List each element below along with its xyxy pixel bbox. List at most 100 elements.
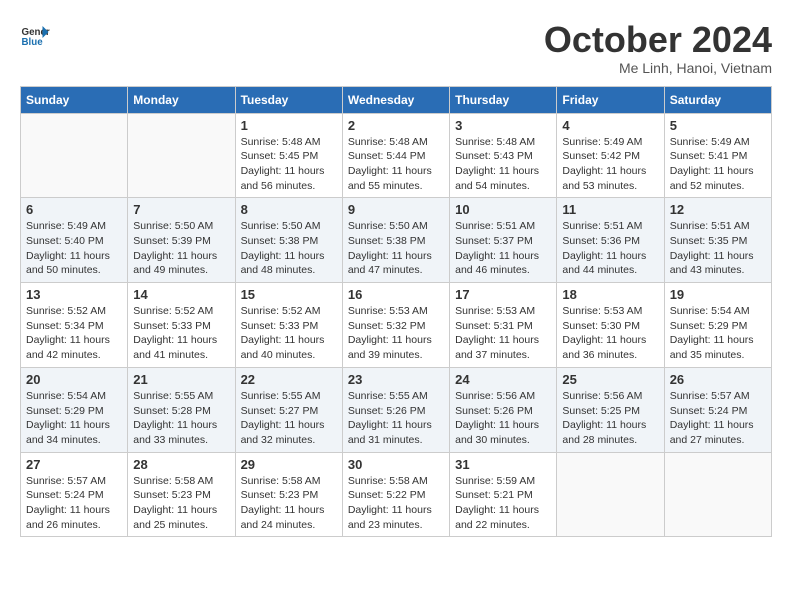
calendar-cell: 30 Sunrise: 5:58 AM Sunset: 5:22 PM Dayli… — [342, 452, 449, 537]
calendar-cell: 16Sunrise: 5:53 AM Sunset: 5:32 PM Dayli… — [342, 283, 449, 368]
logo-icon: General Blue — [20, 20, 50, 50]
svg-text:Blue: Blue — [22, 37, 44, 48]
day-info: Sunrise: 5:57 AM Sunset: 5:24 PM Dayligh… — [670, 389, 766, 448]
calendar-cell: 8 Sunrise: 5:50 AM Sunset: 5:38 PM Daylig… — [235, 198, 342, 283]
day-number: 6 — [26, 202, 122, 217]
day-info: Sunrise: 5:50 AM Sunset: 5:38 PM Dayligh… — [241, 219, 337, 278]
day-info: Sunrise: 5:51 AM Sunset: 5:37 PM Dayligh… — [455, 219, 551, 278]
calendar-cell: 6 Sunrise: 5:49 AM Sunset: 5:40 PM Daylig… — [21, 198, 128, 283]
calendar-cell — [557, 452, 664, 537]
day-header-tuesday: Tuesday — [235, 86, 342, 113]
day-number: 23 — [348, 372, 444, 387]
day-info: Sunrise: 5:54 AM Sunset: 5:29 PM Dayligh… — [670, 304, 766, 363]
day-info: Sunrise: 5:56 AM Sunset: 5:25 PM Dayligh… — [562, 389, 658, 448]
day-info: Sunrise: 5:48 AM Sunset: 5:44 PM Dayligh… — [348, 135, 444, 194]
day-info: Sunrise: 5:53 AM Sunset: 5:31 PM Dayligh… — [455, 304, 551, 363]
calendar-cell: 11 Sunrise: 5:51 AM Sunset: 5:36 PM Dayli… — [557, 198, 664, 283]
calendar-cell: 23 Sunrise: 5:55 AM Sunset: 5:26 PM Dayli… — [342, 367, 449, 452]
day-info: Sunrise: 5:49 AM Sunset: 5:42 PM Dayligh… — [562, 135, 658, 194]
month-title: October 2024 — [544, 20, 772, 60]
day-info: Sunrise: 5:55 AM Sunset: 5:26 PM Dayligh… — [348, 389, 444, 448]
calendar-cell — [21, 113, 128, 198]
day-info: Sunrise: 5:48 AM Sunset: 5:43 PM Dayligh… — [455, 135, 551, 194]
day-info: Sunrise: 5:50 AM Sunset: 5:39 PM Dayligh… — [133, 219, 229, 278]
day-header-monday: Monday — [128, 86, 235, 113]
day-header-wednesday: Wednesday — [342, 86, 449, 113]
day-number: 20 — [26, 372, 122, 387]
calendar-body: 1Sunrise: 5:48 AM Sunset: 5:45 PM Daylig… — [21, 113, 772, 537]
day-info: Sunrise: 5:55 AM Sunset: 5:28 PM Dayligh… — [133, 389, 229, 448]
day-info: Sunrise: 5:58 AM Sunset: 5:23 PM Dayligh… — [241, 474, 337, 533]
day-header-thursday: Thursday — [450, 86, 557, 113]
day-info: Sunrise: 5:54 AM Sunset: 5:29 PM Dayligh… — [26, 389, 122, 448]
day-number: 27 — [26, 457, 122, 472]
location: Me Linh, Hanoi, Vietnam — [544, 60, 772, 76]
calendar-cell: 21Sunrise: 5:55 AM Sunset: 5:28 PM Dayli… — [128, 367, 235, 452]
title-block: October 2024 Me Linh, Hanoi, Vietnam — [544, 20, 772, 76]
day-number: 31 — [455, 457, 551, 472]
day-info: Sunrise: 5:55 AM Sunset: 5:27 PM Dayligh… — [241, 389, 337, 448]
day-info: Sunrise: 5:57 AM Sunset: 5:24 PM Dayligh… — [26, 474, 122, 533]
day-info: Sunrise: 5:58 AM Sunset: 5:23 PM Dayligh… — [133, 474, 229, 533]
calendar-cell: 29 Sunrise: 5:58 AM Sunset: 5:23 PM Dayli… — [235, 452, 342, 537]
day-info: Sunrise: 5:52 AM Sunset: 5:33 PM Dayligh… — [241, 304, 337, 363]
calendar-cell: 3 Sunrise: 5:48 AM Sunset: 5:43 PM Daylig… — [450, 113, 557, 198]
day-header-friday: Friday — [557, 86, 664, 113]
calendar-cell — [664, 452, 771, 537]
day-number: 3 — [455, 118, 551, 133]
calendar-cell: 5 Sunrise: 5:49 AM Sunset: 5:41 PM Daylig… — [664, 113, 771, 198]
calendar-cell: 25 Sunrise: 5:56 AM Sunset: 5:25 PM Dayli… — [557, 367, 664, 452]
day-header-saturday: Saturday — [664, 86, 771, 113]
day-number: 8 — [241, 202, 337, 217]
calendar-cell: 22 Sunrise: 5:55 AM Sunset: 5:27 PM Dayli… — [235, 367, 342, 452]
week-row-1: 1Sunrise: 5:48 AM Sunset: 5:45 PM Daylig… — [21, 113, 772, 198]
calendar-header-row: SundayMondayTuesdayWednesdayThursdayFrid… — [21, 86, 772, 113]
calendar-cell: 15 Sunrise: 5:52 AM Sunset: 5:33 PM Dayli… — [235, 283, 342, 368]
calendar-table: SundayMondayTuesdayWednesdayThursdayFrid… — [20, 86, 772, 538]
day-number: 30 — [348, 457, 444, 472]
day-number: 11 — [562, 202, 658, 217]
day-info: Sunrise: 5:56 AM Sunset: 5:26 PM Dayligh… — [455, 389, 551, 448]
day-number: 9 — [348, 202, 444, 217]
calendar-cell: 10 Sunrise: 5:51 AM Sunset: 5:37 PM Dayli… — [450, 198, 557, 283]
week-row-4: 20 Sunrise: 5:54 AM Sunset: 5:29 PM Dayli… — [21, 367, 772, 452]
day-number: 19 — [670, 287, 766, 302]
calendar-cell: 1Sunrise: 5:48 AM Sunset: 5:45 PM Daylig… — [235, 113, 342, 198]
day-info: Sunrise: 5:49 AM Sunset: 5:40 PM Dayligh… — [26, 219, 122, 278]
calendar-cell: 4 Sunrise: 5:49 AM Sunset: 5:42 PM Daylig… — [557, 113, 664, 198]
day-number: 17 — [455, 287, 551, 302]
day-info: Sunrise: 5:49 AM Sunset: 5:41 PM Dayligh… — [670, 135, 766, 194]
day-info: Sunrise: 5:50 AM Sunset: 5:38 PM Dayligh… — [348, 219, 444, 278]
day-number: 29 — [241, 457, 337, 472]
day-number: 5 — [670, 118, 766, 133]
day-number: 18 — [562, 287, 658, 302]
week-row-5: 27 Sunrise: 5:57 AM Sunset: 5:24 PM Dayli… — [21, 452, 772, 537]
day-number: 10 — [455, 202, 551, 217]
calendar-cell: 18 Sunrise: 5:53 AM Sunset: 5:30 PM Dayli… — [557, 283, 664, 368]
day-number: 28 — [133, 457, 229, 472]
day-number: 4 — [562, 118, 658, 133]
calendar-cell: 28 Sunrise: 5:58 AM Sunset: 5:23 PM Dayli… — [128, 452, 235, 537]
day-info: Sunrise: 5:58 AM Sunset: 5:22 PM Dayligh… — [348, 474, 444, 533]
calendar-cell: 24Sunrise: 5:56 AM Sunset: 5:26 PM Dayli… — [450, 367, 557, 452]
calendar-cell: 17 Sunrise: 5:53 AM Sunset: 5:31 PM Dayli… — [450, 283, 557, 368]
day-number: 7 — [133, 202, 229, 217]
calendar-cell: 9 Sunrise: 5:50 AM Sunset: 5:38 PM Daylig… — [342, 198, 449, 283]
day-number: 22 — [241, 372, 337, 387]
day-info: Sunrise: 5:51 AM Sunset: 5:36 PM Dayligh… — [562, 219, 658, 278]
day-number: 15 — [241, 287, 337, 302]
calendar-cell: 31 Sunrise: 5:59 AM Sunset: 5:21 PM Dayli… — [450, 452, 557, 537]
calendar-cell: 27 Sunrise: 5:57 AM Sunset: 5:24 PM Dayli… — [21, 452, 128, 537]
day-number: 26 — [670, 372, 766, 387]
calendar-cell: 7 Sunrise: 5:50 AM Sunset: 5:39 PM Daylig… — [128, 198, 235, 283]
logo: General Blue — [20, 20, 50, 50]
day-info: Sunrise: 5:52 AM Sunset: 5:34 PM Dayligh… — [26, 304, 122, 363]
calendar-cell: 20 Sunrise: 5:54 AM Sunset: 5:29 PM Dayli… — [21, 367, 128, 452]
day-info: Sunrise: 5:53 AM Sunset: 5:30 PM Dayligh… — [562, 304, 658, 363]
calendar-cell: 13Sunrise: 5:52 AM Sunset: 5:34 PM Dayli… — [21, 283, 128, 368]
day-number: 12 — [670, 202, 766, 217]
calendar-cell: 2Sunrise: 5:48 AM Sunset: 5:44 PM Daylig… — [342, 113, 449, 198]
calendar-cell — [128, 113, 235, 198]
day-info: Sunrise: 5:59 AM Sunset: 5:21 PM Dayligh… — [455, 474, 551, 533]
day-number: 25 — [562, 372, 658, 387]
